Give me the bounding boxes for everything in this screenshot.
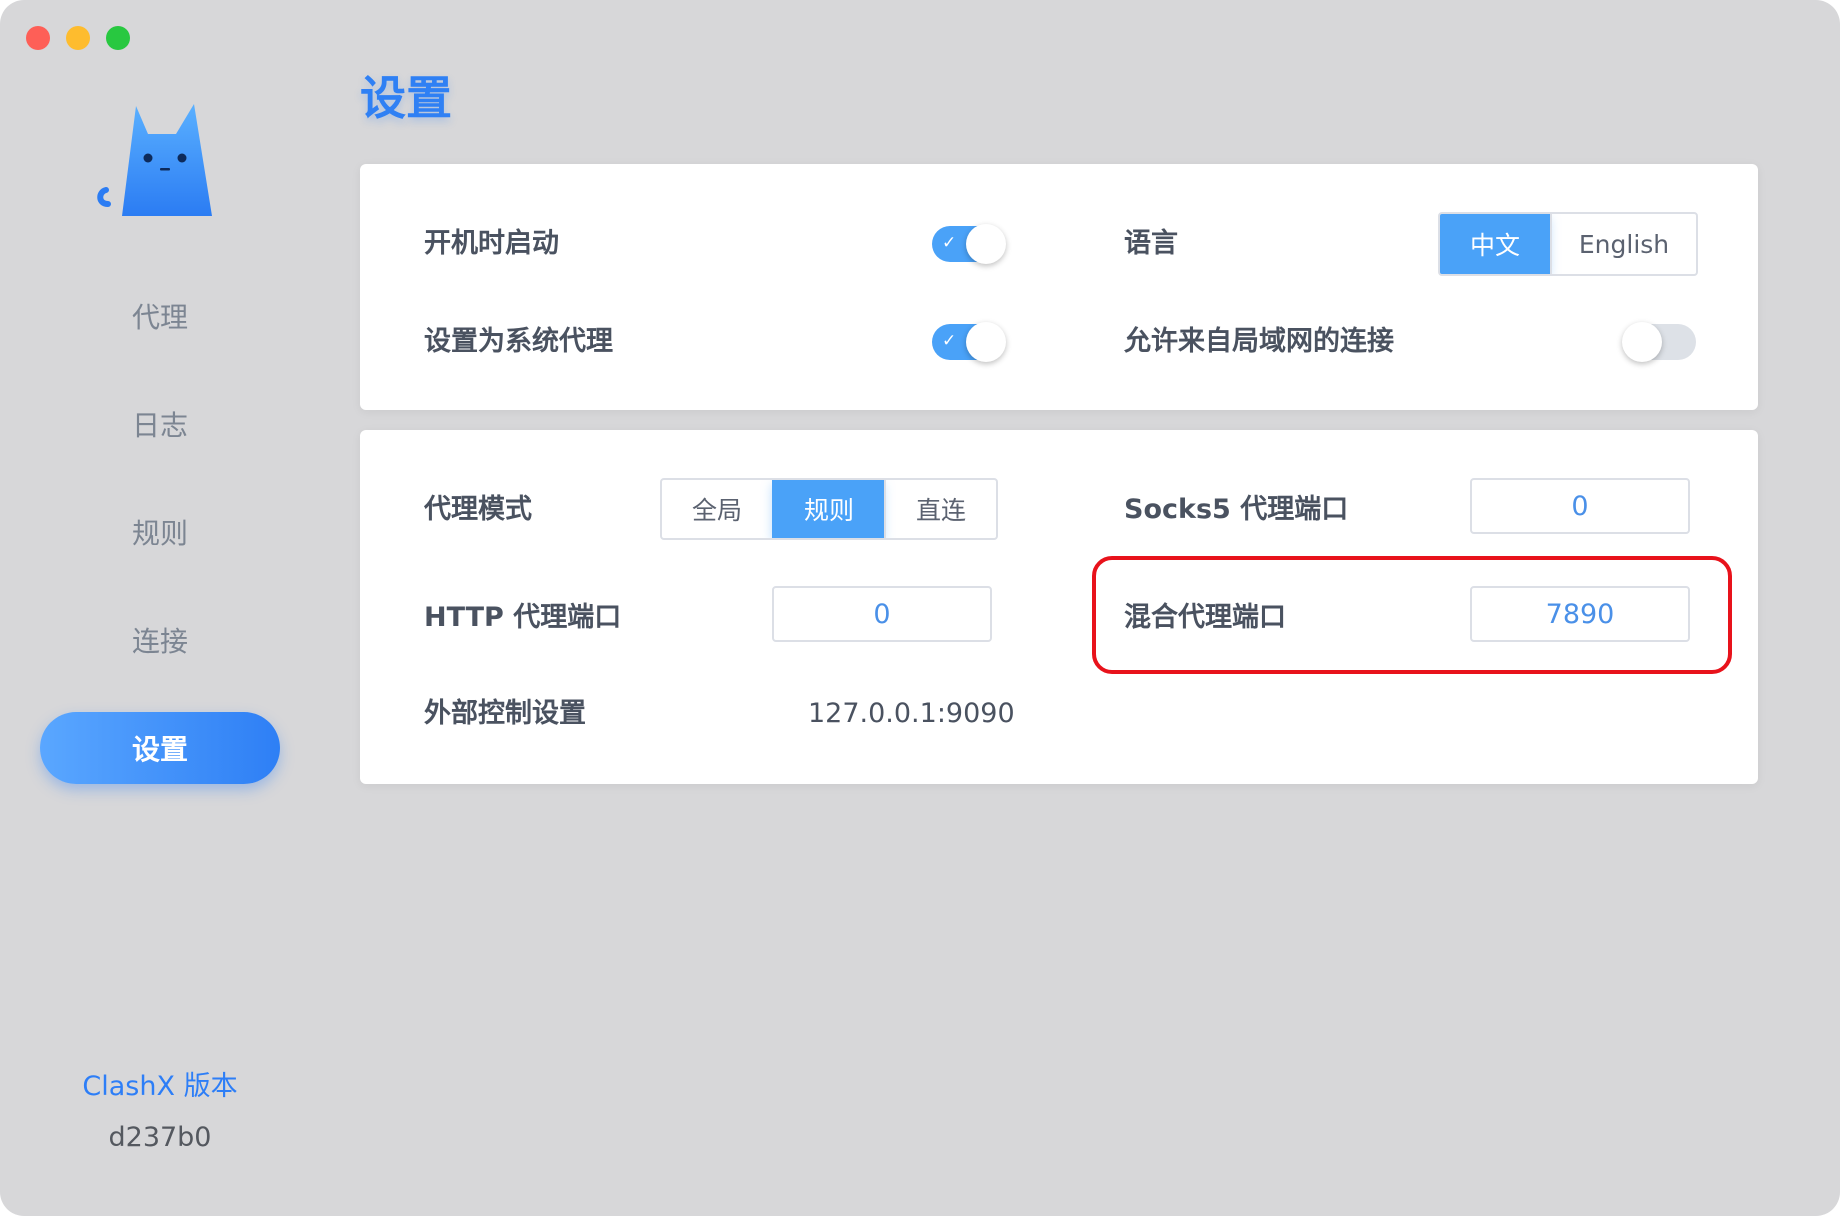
socks5-port-input[interactable]: 0 (1470, 478, 1690, 534)
launch-at-login-label: 开机时启动 (424, 228, 559, 259)
external-controller-label: 外部控制设置 (424, 698, 586, 729)
proxy-mode-selector: 全局 规则 直连 (660, 478, 998, 540)
proxy-mode-direct[interactable]: 直连 (884, 480, 996, 538)
sidebar: 代理 日志 规则 连接 设置 ClashX 版本 d237b0 (0, 0, 320, 1216)
http-port-input[interactable]: 0 (772, 586, 992, 642)
allow-lan-toggle[interactable] (1622, 322, 1696, 362)
version-value: d237b0 (108, 1122, 212, 1153)
sidebar-item-proxy[interactable]: 代理 (40, 280, 280, 352)
system-proxy-toggle[interactable]: ✓ (932, 322, 1006, 362)
system-proxy-label: 设置为系统代理 (424, 326, 613, 357)
sidebar-item-settings[interactable]: 设置 (40, 712, 280, 784)
language-label: 语言 (1124, 228, 1178, 259)
external-controller-value: 127.0.0.1:9090 (808, 698, 1015, 729)
proxy-mode-label: 代理模式 (424, 494, 532, 525)
socks5-port-label: Socks5 代理端口 (1124, 494, 1349, 525)
proxy-mode-global[interactable]: 全局 (662, 480, 772, 538)
page-title: 设置 (360, 71, 452, 125)
http-port-label: HTTP 代理端口 (424, 602, 622, 633)
app-window: 代理 日志 规则 连接 设置 ClashX 版本 d237b0 设置 开机时启动… (0, 0, 1840, 1216)
launch-at-login-toggle[interactable]: ✓ (932, 224, 1006, 264)
version-label: ClashX 版本 (82, 1071, 238, 1102)
language-option-chinese[interactable]: 中文 (1440, 214, 1550, 274)
mixed-port-highlight-box (1092, 556, 1732, 674)
check-icon: ✓ (942, 233, 957, 253)
sidebar-item-logs[interactable]: 日志 (40, 388, 280, 460)
proxy-mode-rule[interactable]: 规则 (772, 480, 884, 538)
check-icon: ✓ (942, 331, 957, 351)
general-settings-card: 开机时启动 ✓ 设置为系统代理 ✓ 语言 中文 English 允许来自局域网的… (360, 164, 1758, 410)
allow-lan-label: 允许来自局域网的连接 (1124, 326, 1394, 357)
cat-logo-icon (97, 104, 212, 216)
language-option-english[interactable]: English (1550, 214, 1696, 274)
language-selector: 中文 English (1438, 212, 1698, 276)
sidebar-item-connections[interactable]: 连接 (40, 604, 280, 676)
sidebar-item-rules[interactable]: 规则 (40, 496, 280, 568)
